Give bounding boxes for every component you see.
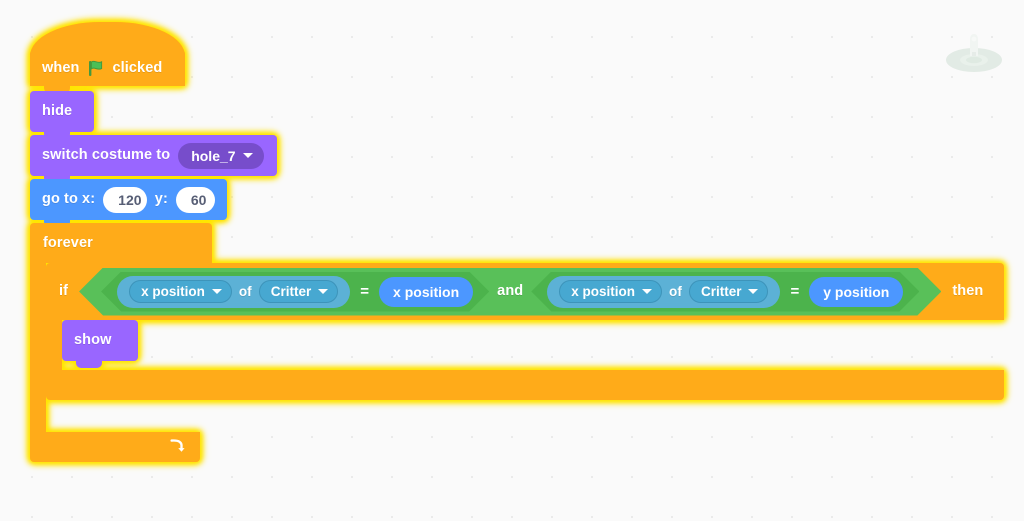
go-to-x-label: go to x: xyxy=(42,191,96,208)
chevron-down-icon xyxy=(318,289,328,294)
block-forever[interactable]: forever if x position of Critter = x pos… xyxy=(30,223,1004,462)
forever-footer xyxy=(30,432,200,462)
block-workspace-canvas[interactable]: when clicked hide switch costume to hole… xyxy=(0,0,1024,521)
switch-costume-label: switch costume to xyxy=(42,147,171,164)
hat-block-body: when clicked xyxy=(30,50,185,93)
chevron-down-icon xyxy=(642,289,652,294)
block-go-to-xy[interactable]: go to x: 120 y: 60 xyxy=(30,179,227,227)
of-label-2: of xyxy=(669,283,682,299)
reporter-y-position-2-label: y position xyxy=(823,283,890,300)
operator-equals-block-2[interactable]: x position of Critter = y position xyxy=(531,272,919,312)
forever-inner-stack[interactable]: if x position of Critter = x position an… xyxy=(46,263,1004,432)
if-inner-stack[interactable]: show xyxy=(62,320,138,370)
x-value-input[interactable]: 120 xyxy=(103,186,147,213)
of-target-value-2: Critter xyxy=(700,284,742,299)
if-label: if xyxy=(59,283,69,300)
block-show[interactable]: show xyxy=(62,320,138,368)
hide-label: hide xyxy=(42,103,73,120)
y-value-input[interactable]: 60 xyxy=(175,186,215,213)
reporter-x-position-1-label: x position xyxy=(393,283,460,300)
costume-dropdown[interactable]: hole_7 xyxy=(178,142,264,169)
of-property-dropdown-2[interactable]: x position xyxy=(559,280,662,303)
clicked-label: clicked xyxy=(112,59,163,76)
green-flag-icon xyxy=(89,60,103,76)
block-when-flag-clicked[interactable]: when clicked xyxy=(30,22,185,93)
operator-equals-block-1[interactable]: x position of Critter = x position xyxy=(101,272,489,312)
reporter-y-position-2[interactable]: y position xyxy=(809,277,903,307)
chevron-down-icon xyxy=(212,289,222,294)
of-target-dropdown-1[interactable]: Critter xyxy=(259,280,339,303)
and-label: and xyxy=(497,283,524,300)
of-target-value-1: Critter xyxy=(270,284,312,299)
if-body: show xyxy=(46,320,1004,370)
forever-label: forever xyxy=(43,234,93,251)
main-script[interactable]: when clicked hide switch costume to hole… xyxy=(30,22,1004,462)
equals-sign-2: = xyxy=(790,283,800,300)
if-left-rail xyxy=(46,320,62,370)
sensing-of-block-2[interactable]: x position of Critter xyxy=(547,276,780,308)
block-hide[interactable]: hide xyxy=(30,91,94,139)
go-to-y-label: y: xyxy=(154,191,168,208)
of-property-dropdown-1[interactable]: x position xyxy=(129,280,232,303)
block-if-then[interactable]: if x position of Critter = x position an… xyxy=(46,263,1004,400)
equals-sign-1: = xyxy=(360,283,370,300)
costume-dropdown-value: hole_7 xyxy=(191,147,236,164)
when-label: when xyxy=(42,59,80,76)
show-label: show xyxy=(74,332,112,349)
chevron-down-icon xyxy=(748,289,758,294)
loop-arrow-icon xyxy=(170,439,185,452)
forever-header: forever xyxy=(30,223,212,263)
operator-and-block[interactable]: x position of Critter = x position and x… xyxy=(79,268,941,316)
of-label-1: of xyxy=(238,283,252,299)
reporter-x-position-1[interactable]: x position xyxy=(379,277,473,307)
forever-left-rail xyxy=(30,263,46,432)
of-target-dropdown-2[interactable]: Critter xyxy=(689,280,769,303)
of-property-value-2: x position xyxy=(571,284,636,299)
chevron-down-icon xyxy=(242,153,253,158)
block-switch-costume[interactable]: switch costume to hole_7 xyxy=(30,135,277,183)
forever-body: if x position of Critter = x position an… xyxy=(30,263,1004,432)
of-property-value-1: x position xyxy=(141,284,205,299)
if-footer xyxy=(46,370,1004,400)
if-header: if x position of Critter = x position an… xyxy=(46,263,1004,320)
then-label: then xyxy=(952,283,984,300)
sensing-of-block-1[interactable]: x position of Critter xyxy=(117,276,350,308)
